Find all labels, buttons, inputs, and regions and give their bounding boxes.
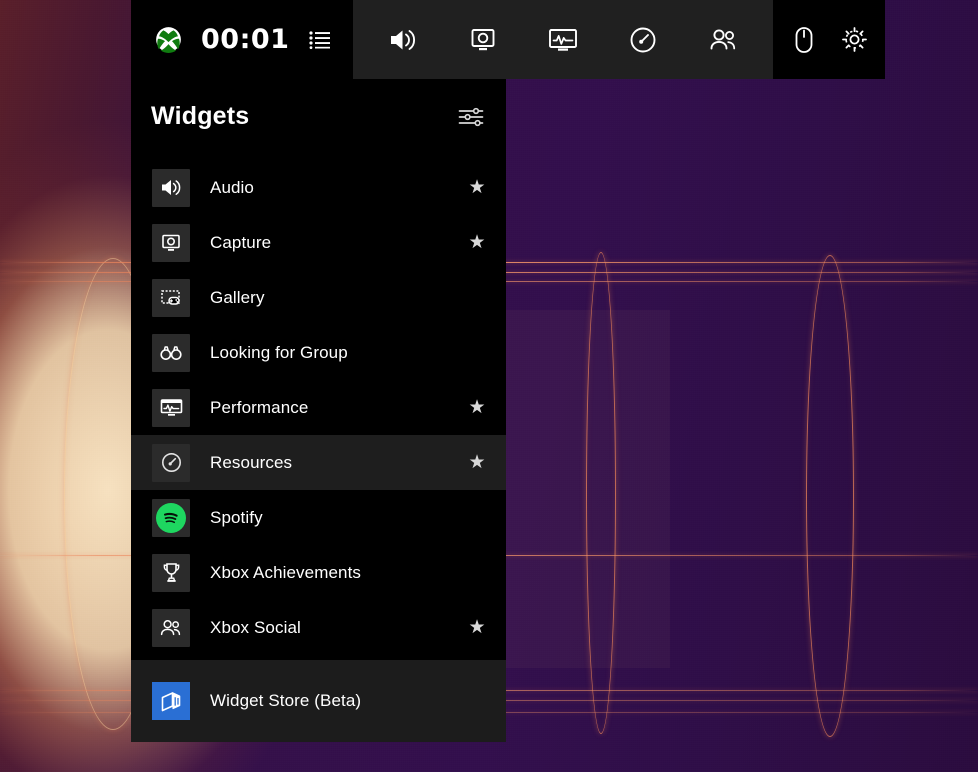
- mouse-icon[interactable]: [781, 17, 827, 63]
- pin-star-icon[interactable]: ★: [466, 232, 488, 254]
- widget-label: Capture: [210, 232, 272, 252]
- pin-star-icon[interactable]: ★: [466, 452, 488, 474]
- audio-icon[interactable]: [380, 17, 426, 63]
- widget-label: Xbox Achievements: [210, 562, 362, 582]
- toolbar-left-segment: 00:01: [131, 0, 354, 79]
- widget-label: Performance: [210, 397, 309, 417]
- widget-list: Audio ★ Capture ★ Gallery Looking for Gr…: [131, 154, 506, 660]
- widget-row-audio[interactable]: Audio ★: [131, 160, 506, 215]
- sliders-settings-icon[interactable]: [455, 101, 487, 133]
- gauge-icon: [152, 443, 190, 482]
- widget-label: Xbox Social: [210, 617, 301, 637]
- widgets-panel: Widgets Audio ★ Capture ★ Gallery Lookin…: [131, 79, 506, 742]
- widget-label: Resources: [210, 452, 293, 472]
- pin-star-icon[interactable]: ★: [466, 617, 488, 639]
- widget-row-capture[interactable]: Capture ★: [131, 215, 506, 270]
- xbox-social-icon[interactable]: [700, 17, 746, 63]
- performance-icon: [152, 388, 190, 427]
- widget-label: Audio: [210, 177, 254, 197]
- widget-row-xbox-achievements[interactable]: Xbox Achievements ★: [131, 545, 506, 600]
- spotify-icon: [152, 498, 190, 537]
- clock-display: 00:01: [201, 24, 290, 55]
- resources-icon[interactable]: [620, 17, 666, 63]
- binoculars-icon: [152, 333, 190, 372]
- game-bar-toolbar: 00:01: [131, 0, 886, 79]
- screen: 00:01 Widgets Audio ★ Capture ★ Gallery …: [0, 0, 978, 772]
- widget-label: Spotify: [210, 507, 263, 527]
- widget-row-gallery[interactable]: Gallery ★: [131, 270, 506, 325]
- widget-row-resources[interactable]: Resources ★: [131, 435, 506, 490]
- widget-store-button[interactable]: Widget Store (Beta): [131, 660, 506, 742]
- widget-store-icon: [152, 682, 190, 720]
- toolbar-right-segment: [773, 0, 886, 79]
- widget-store-label: Widget Store (Beta): [210, 691, 362, 710]
- performance-icon[interactable]: [540, 17, 586, 63]
- page-title: Widgets: [151, 102, 250, 130]
- gallery-icon: [152, 278, 190, 317]
- xbox-logo-icon[interactable]: [153, 25, 183, 55]
- pin-star-icon[interactable]: ★: [466, 397, 488, 419]
- widget-row-spotify[interactable]: Spotify ★: [131, 490, 506, 545]
- widget-row-xbox-social[interactable]: Xbox Social ★: [131, 600, 506, 655]
- widget-row-looking-for-group[interactable]: Looking for Group ★: [131, 325, 506, 380]
- widget-label: Looking for Group: [210, 342, 348, 362]
- toolbar-widget-segment: [353, 0, 774, 79]
- speaker-icon: [152, 168, 190, 207]
- widget-store-section: Widget Store (Beta): [131, 660, 506, 742]
- people-icon: [152, 608, 190, 647]
- capture-icon[interactable]: [460, 17, 506, 63]
- widget-label: Gallery: [210, 287, 265, 307]
- settings-icon[interactable]: [831, 17, 877, 63]
- trophy-icon: [152, 553, 190, 592]
- list-menu-icon[interactable]: [307, 27, 333, 53]
- widget-row-performance[interactable]: Performance ★: [131, 380, 506, 435]
- pin-star-icon[interactable]: ★: [466, 177, 488, 199]
- capture-icon: [152, 223, 190, 262]
- widgets-panel-header: Widgets: [131, 79, 506, 154]
